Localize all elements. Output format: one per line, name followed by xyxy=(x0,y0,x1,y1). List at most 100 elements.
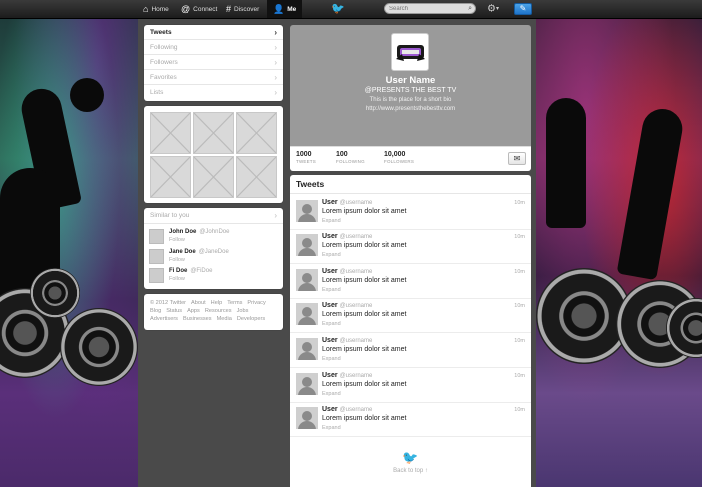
menu-item-tweets[interactable]: Tweets › xyxy=(144,25,283,40)
compose-tweet-button[interactable]: ✎ xyxy=(514,3,532,15)
footer-link-businesses[interactable]: Businesses xyxy=(183,316,212,322)
menu-item-favorites[interactable]: Favorites › xyxy=(144,70,283,85)
footer-link-developers[interactable]: Developers xyxy=(237,316,265,322)
media-thumbnail[interactable] xyxy=(193,112,234,154)
tweet-timestamp[interactable]: 10m xyxy=(514,200,525,206)
suggested-user-name[interactable]: Jane Doe xyxy=(169,249,196,255)
stat-value: 1000 xyxy=(296,151,312,158)
menu-item-label: Following xyxy=(150,43,178,51)
stat-following[interactable]: 100 FOLLOWING xyxy=(336,151,365,164)
twitter-bird-icon[interactable]: 🐦 xyxy=(331,3,345,15)
footer-link-jobs[interactable]: Jobs xyxy=(237,308,249,314)
tweet-expand-link[interactable]: Expand xyxy=(322,425,341,431)
tweet-timestamp[interactable]: 10m xyxy=(514,303,525,309)
footer-link-help[interactable]: Help xyxy=(211,300,223,306)
tweet-item[interactable]: User @username Lorem ipsum dolor sit amet… xyxy=(290,369,531,403)
site-footer: © 2012 Twitter About Help Terms Privacy Blog… xyxy=(144,294,283,330)
footer-link-terms[interactable]: Terms xyxy=(227,300,242,306)
menu-item-followers[interactable]: Followers › xyxy=(144,55,283,70)
nav-me-label: Me xyxy=(287,5,297,13)
tweet-timestamp[interactable]: 10m xyxy=(514,234,525,240)
avatar[interactable] xyxy=(149,229,164,244)
avatar[interactable] xyxy=(296,407,318,429)
avatar[interactable] xyxy=(296,338,318,360)
follow-link[interactable]: Follow xyxy=(169,257,185,263)
back-to-top-link[interactable]: Back to top ↑ xyxy=(290,468,531,474)
avatar[interactable] xyxy=(296,373,318,395)
menu-item-lists[interactable]: Lists › xyxy=(144,85,283,100)
suggested-user-name[interactable]: John Doe xyxy=(169,229,196,235)
tweet-timestamp[interactable]: 10m xyxy=(514,269,525,275)
media-thumbnail[interactable] xyxy=(236,112,277,154)
stat-tweets[interactable]: 1000 TWEETS xyxy=(296,151,316,164)
follow-link[interactable]: Follow xyxy=(169,276,185,282)
twitter-bird-icon: 🐦 xyxy=(402,450,419,465)
tweet-item[interactable]: User @username Lorem ipsum dolor sit amet… xyxy=(290,230,531,264)
avatar[interactable] xyxy=(149,268,164,283)
stat-label: TWEETS xyxy=(296,159,316,164)
nav-discover[interactable]: # Discover xyxy=(226,0,259,18)
tweet-item[interactable]: User @username Lorem ipsum dolor sit amet… xyxy=(290,265,531,299)
tweet-author[interactable]: User xyxy=(322,372,338,379)
search-icon[interactable]: ⌕ xyxy=(468,4,472,13)
tweet-expand-link[interactable]: Expand xyxy=(322,252,341,258)
suggested-user-handle: @JaneDoe xyxy=(198,249,229,255)
nav-home[interactable]: ⌂ Home xyxy=(143,0,169,18)
avatar[interactable] xyxy=(296,303,318,325)
footer-link-advertisers[interactable]: Advertisers xyxy=(150,316,178,322)
tweet-expand-link[interactable]: Expand xyxy=(322,287,341,293)
tweet-timestamp[interactable]: 10m xyxy=(514,338,525,344)
stat-followers[interactable]: 10,000 FOLLOWERS xyxy=(384,151,414,164)
footer-link-blog[interactable]: Blog xyxy=(150,308,161,314)
media-thumbnail[interactable] xyxy=(150,112,191,154)
tweet-expand-link[interactable]: Expand xyxy=(322,321,341,327)
avatar[interactable] xyxy=(296,234,318,256)
footer-copyright: © 2012 Twitter xyxy=(150,300,187,306)
nav-me[interactable]: 👤 Me xyxy=(267,0,303,18)
tweet-item[interactable]: User @username Lorem ipsum dolor sit amet… xyxy=(290,299,531,333)
gear-icon: ⚙ xyxy=(487,3,496,15)
settings-menu[interactable]: ⚙▾ xyxy=(487,3,499,16)
footer-link-resources[interactable]: Resources xyxy=(205,308,232,314)
search-input[interactable] xyxy=(389,4,459,13)
tweet-item[interactable]: User @username Lorem ipsum dolor sit amet… xyxy=(290,196,531,230)
tweet-expand-link[interactable]: Expand xyxy=(322,218,341,224)
tweet-expand-link[interactable]: Expand xyxy=(322,356,341,362)
footer-link-status[interactable]: Status xyxy=(166,308,182,314)
tweet-author[interactable]: User xyxy=(322,268,338,275)
follow-link[interactable]: Follow xyxy=(169,237,185,243)
avatar[interactable] xyxy=(296,269,318,291)
tweet-timestamp[interactable]: 10m xyxy=(514,407,525,413)
suggested-user: Fi Doe @FiDoe Follow xyxy=(149,268,277,284)
tweet-item[interactable]: User @username Lorem ipsum dolor sit amet… xyxy=(290,403,531,437)
tweet-author[interactable]: User xyxy=(322,302,338,309)
message-button[interactable]: ✉ xyxy=(508,152,526,165)
tweet-expand-link[interactable]: Expand xyxy=(322,391,341,397)
avatar[interactable] xyxy=(296,200,318,222)
tweet-author[interactable]: User xyxy=(322,199,338,206)
similar-header[interactable]: Similar to you › xyxy=(144,208,283,224)
tweet-timestamp[interactable]: 10m xyxy=(514,373,525,379)
profile-avatar[interactable] xyxy=(391,33,429,71)
menu-item-following[interactable]: Following › xyxy=(144,40,283,55)
footer-link-apps[interactable]: Apps xyxy=(187,308,200,314)
media-thumbnail[interactable] xyxy=(236,156,277,198)
avatar[interactable] xyxy=(149,249,164,264)
profile-name: User Name xyxy=(385,75,436,86)
profile-stats: 1000 TWEETS 100 FOLLOWING 10,000 FOLLOWE… xyxy=(290,146,531,171)
footer-link-privacy[interactable]: Privacy xyxy=(247,300,265,306)
tweet-author[interactable]: User xyxy=(322,337,338,344)
footer-link-media[interactable]: Media xyxy=(217,316,232,322)
nav-connect[interactable]: @ Connect xyxy=(181,0,217,18)
suggested-user-name[interactable]: Fi Doe xyxy=(169,268,187,274)
tweet-text: Lorem ipsum dolor sit amet xyxy=(322,415,407,422)
media-thumbnail[interactable] xyxy=(150,156,191,198)
profile-handle: @PRESENTS THE BEST TV xyxy=(364,87,457,94)
media-thumbnail[interactable] xyxy=(193,156,234,198)
tweet-author[interactable]: User xyxy=(322,406,338,413)
tweet-item[interactable]: User @username Lorem ipsum dolor sit amet… xyxy=(290,334,531,368)
tweet-author[interactable]: User xyxy=(322,233,338,240)
suggested-user-handle: @JohnDoe xyxy=(199,229,230,235)
profile-url[interactable]: http://www.presentsthebesttv.com xyxy=(290,106,531,112)
footer-link-about[interactable]: About xyxy=(191,300,206,306)
